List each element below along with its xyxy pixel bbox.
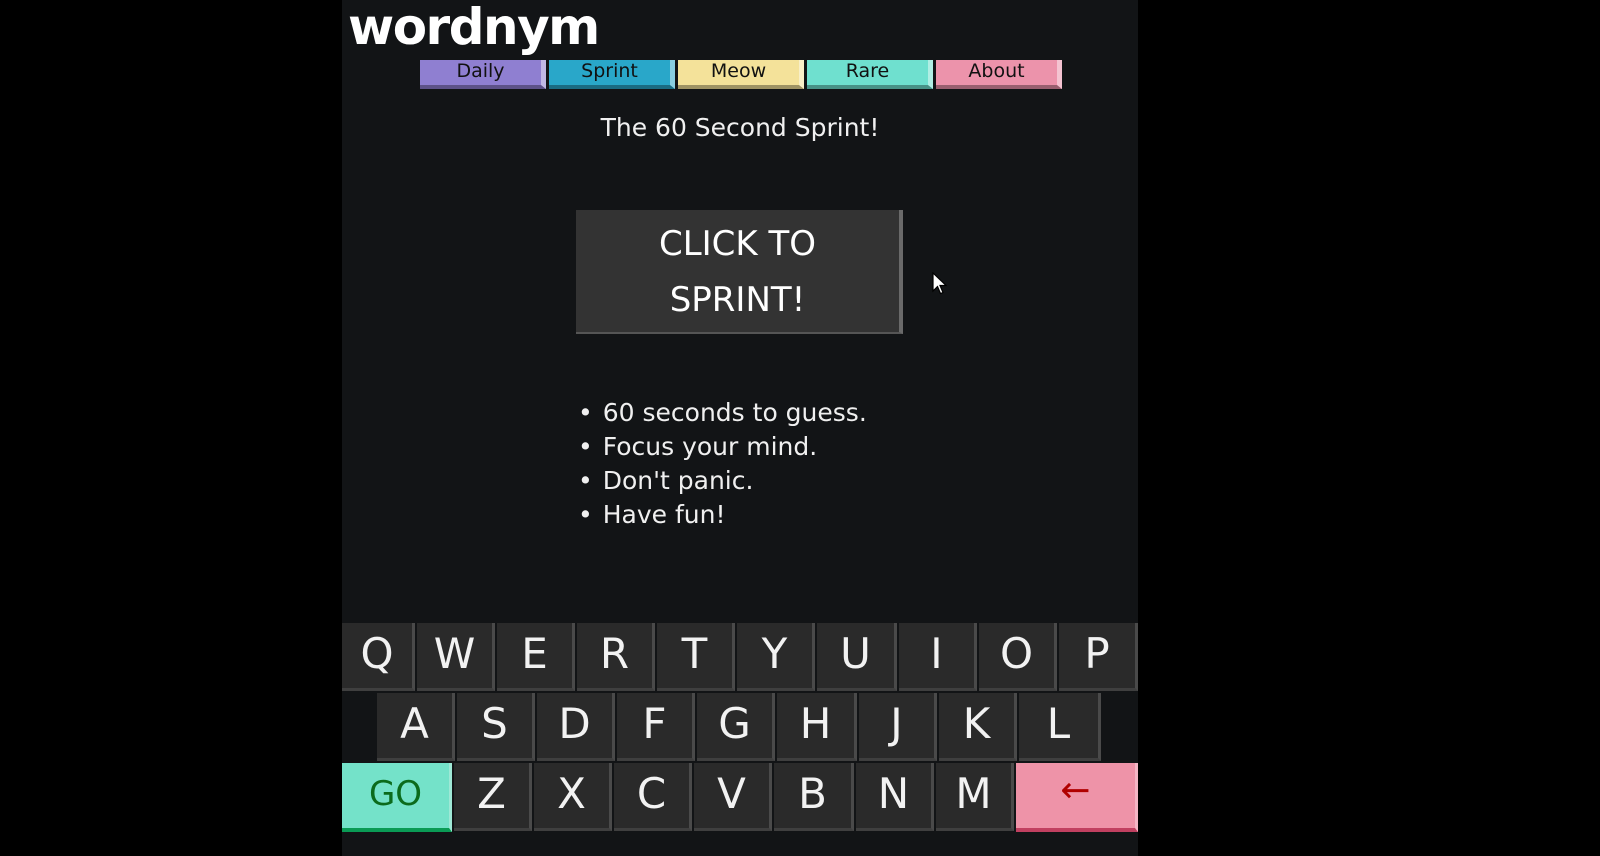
key-k[interactable]: K [939, 693, 1017, 761]
key-s[interactable]: S [457, 693, 535, 761]
tab-rare[interactable]: Rare [807, 60, 933, 89]
rule-item: Focus your mind. [578, 430, 867, 464]
tab-sprint[interactable]: Sprint [549, 60, 675, 89]
key-i[interactable]: I [899, 623, 977, 691]
key-a[interactable]: A [377, 693, 455, 761]
key-t[interactable]: T [657, 623, 735, 691]
key-j[interactable]: J [859, 693, 937, 761]
sprint-rules-list: 60 seconds to guess. Focus your mind. Do… [578, 396, 867, 532]
key-o[interactable]: O [979, 623, 1057, 691]
tab-meow[interactable]: Meow [678, 60, 804, 89]
rule-item: 60 seconds to guess. [578, 396, 867, 430]
key-w[interactable]: W [417, 623, 495, 691]
key-b[interactable]: B [774, 763, 854, 831]
key-n[interactable]: N [856, 763, 934, 831]
on-screen-keyboard: Q W E R T Y U I O P A S D F G H J K L GO… [342, 623, 1138, 856]
backspace-button[interactable]: ← [1016, 763, 1138, 832]
sprint-button-line-1: CLICK TO [658, 224, 817, 264]
key-d[interactable]: D [537, 693, 615, 761]
app-container: wordnym Daily Sprint Meow Rare About The… [342, 0, 1138, 856]
key-x[interactable]: X [534, 763, 612, 831]
tab-daily[interactable]: Daily [420, 60, 546, 89]
key-p[interactable]: P [1059, 623, 1138, 691]
page-title: The 60 Second Sprint! [600, 113, 880, 142]
click-to-sprint-button[interactable]: CLICK TO SPRINT! [576, 210, 903, 334]
backspace-arrow-icon: ← [1060, 770, 1091, 811]
key-h[interactable]: H [777, 693, 857, 761]
key-g[interactable]: G [697, 693, 775, 761]
key-y[interactable]: Y [737, 623, 815, 691]
key-m[interactable]: M [936, 763, 1014, 831]
key-e[interactable]: E [497, 623, 575, 691]
key-v[interactable]: V [694, 763, 772, 831]
tab-about[interactable]: About [936, 60, 1062, 89]
key-f[interactable]: F [617, 693, 695, 761]
key-l[interactable]: L [1019, 693, 1101, 761]
wordnym-logo: wordnym [348, 0, 600, 56]
rule-item: Don't panic. [578, 464, 867, 498]
key-u[interactable]: U [817, 623, 897, 691]
sprint-button-line-2: SPRINT! [669, 280, 806, 320]
key-z[interactable]: Z [454, 763, 532, 831]
key-c[interactable]: C [614, 763, 692, 831]
mouse-cursor-icon [932, 272, 948, 295]
key-q[interactable]: Q [342, 623, 415, 691]
go-button[interactable]: GO [342, 763, 452, 832]
key-r[interactable]: R [577, 623, 655, 691]
rule-item: Have fun! [578, 498, 867, 532]
